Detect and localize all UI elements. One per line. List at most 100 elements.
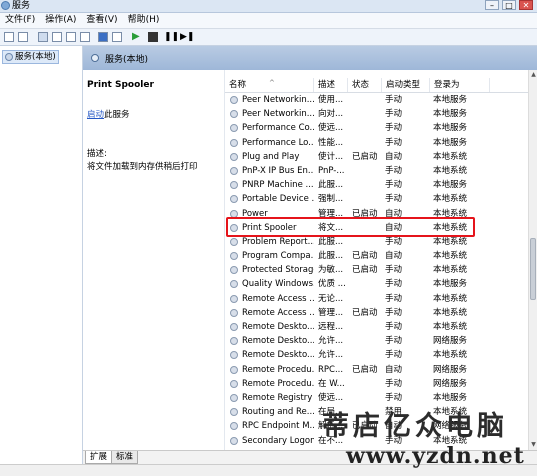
service-logon-cell: 本地系统 — [433, 151, 468, 162]
service-desc-cell: 向对... — [318, 109, 344, 120]
table-row[interactable]: Remote Registry 使远... 手动 本地服务 — [225, 391, 529, 405]
table-row[interactable]: PNRP Machine ... 此服... 手动 本地服务 — [225, 178, 529, 192]
column-startup-type[interactable]: 启动类型 — [382, 78, 430, 92]
service-logon-cell: 网络服务 — [433, 378, 468, 389]
menu-view[interactable]: 查看(V) — [81, 13, 122, 28]
minimize-button[interactable]: – — [485, 0, 499, 10]
table-row[interactable]: Quality Windows... 优质 ... 手动 本地服务 — [225, 277, 529, 291]
table-row[interactable]: Program Compa... 此服... 已启动 自动 本地系统 — [225, 249, 529, 263]
menu-action[interactable]: 操作(A) — [40, 13, 81, 28]
service-logon-cell: 本地系统 — [433, 293, 468, 304]
restart-service-icon[interactable]: ▶❚ — [180, 32, 194, 42]
service-name-cell: Program Compa... — [242, 251, 314, 262]
watermark-url: www.yzdn.net — [346, 443, 525, 469]
watermark-text: 蒂店亿众电脑 — [322, 411, 508, 442]
service-logon-cell: 本地服务 — [433, 95, 468, 105]
service-name-cell: Protected Storage — [242, 265, 314, 276]
table-row[interactable]: Peer Networkin... 向对... 手动 本地服务 — [225, 107, 529, 121]
service-logon-cell: 本地系统 — [433, 307, 468, 318]
table-row[interactable]: Performance Co... 使远... 手动 本地服务 — [225, 121, 529, 135]
navigation-tree: 服务(本地) — [0, 46, 83, 464]
service-name-cell: Problem Report... — [242, 236, 314, 247]
table-row[interactable]: Remote Deskto... 允许... 手动 本地系统 — [225, 348, 529, 362]
service-detail-panel: Print Spooler 启动此服务 描述: 将文件加载到内存供稍后打印 — [83, 70, 223, 450]
service-name-cell: Plug and Play — [242, 151, 300, 162]
table-row[interactable]: Remote Deskto... 远程... 手动 本地系统 — [225, 320, 529, 334]
service-name-cell: PNRP Machine ... — [242, 180, 314, 191]
properties-icon[interactable] — [112, 32, 122, 42]
tab-standard[interactable]: 标准 — [111, 451, 139, 464]
refresh-icon[interactable] — [66, 32, 76, 42]
service-name-cell: Portable Device ... — [242, 194, 314, 205]
service-gear-icon — [230, 181, 238, 190]
service-status-cell: 已启动 — [352, 151, 378, 162]
service-gear-icon — [230, 138, 238, 147]
service-gear-icon — [230, 351, 238, 360]
help-icon[interactable] — [98, 32, 108, 42]
table-row[interactable]: Peer Networkin... 使用... 手动 本地服务 — [225, 93, 529, 107]
service-startup-cell: 手动 — [385, 322, 403, 332]
table-row[interactable]: Remote Deskto... 允许... 手动 网络服务 — [225, 334, 529, 348]
column-description[interactable]: 描述 — [314, 78, 348, 92]
column-status[interactable]: 状态 — [348, 78, 382, 92]
table-row[interactable]: Remote Access ... 管理... 已启动 手动 本地系统 — [225, 306, 529, 320]
service-startup-cell: 自动 — [385, 151, 403, 162]
toolbar: ▶ ❚❚ ▶❚ — [0, 29, 537, 46]
column-logon-as[interactable]: 登录为 — [430, 78, 490, 92]
menu-help[interactable]: 帮助(H) — [123, 13, 165, 28]
table-row[interactable]: Remote Access ... 无论... 手动 本地系统 — [225, 292, 529, 306]
service-startup-cell: 手动 — [385, 265, 403, 276]
service-startup-cell: 手动 — [385, 350, 403, 361]
service-gear-icon — [230, 422, 238, 431]
table-row[interactable]: Remote Procedu... 在 W... 手动 网络服务 — [225, 377, 529, 391]
table-row[interactable]: Portable Device ... 强制... 手动 本地系统 — [225, 192, 529, 206]
table-row[interactable]: Performance Lo... 性能... 手动 本地服务 — [225, 136, 529, 150]
back-icon[interactable] — [4, 32, 14, 42]
forward-icon[interactable] — [18, 32, 28, 42]
show-tree-icon[interactable] — [38, 32, 48, 42]
service-startup-cell: 手动 — [385, 165, 403, 176]
service-logon-cell: 网络服务 — [433, 364, 468, 375]
service-status-cell: 已启动 — [352, 265, 378, 276]
service-status-cell: 已启动 — [352, 307, 378, 318]
scroll-thumb[interactable] — [530, 238, 536, 300]
service-gear-icon — [230, 266, 238, 275]
table-row[interactable]: Protected Storage 为敏... 已启动 手动 本地系统 — [225, 263, 529, 277]
start-service-link[interactable]: 启动 — [87, 110, 104, 120]
service-gear-icon — [230, 195, 238, 204]
table-row[interactable]: Problem Report... 此服... 手动 本地系统 — [225, 235, 529, 249]
scroll-down-icon[interactable]: ▼ — [530, 441, 537, 449]
services-list: 名称 ^ 描述 状态 启动类型 登录为 Peer Networkin... 使用..… — [224, 70, 529, 450]
service-startup-cell: 自动 — [385, 364, 403, 375]
service-startup-cell: 手动 — [385, 109, 403, 120]
close-button[interactable]: ✕ — [519, 0, 533, 10]
sort-ascending-icon: ^ — [269, 79, 275, 87]
service-gear-icon — [230, 308, 238, 317]
stop-service-icon[interactable] — [148, 32, 158, 42]
table-row[interactable]: Remote Procedu... RPC... 已启动 自动 网络服务 — [225, 363, 529, 377]
service-gear-icon — [230, 252, 238, 261]
table-row[interactable]: Plug and Play 使计... 已启动 自动 本地系统 — [225, 150, 529, 164]
scroll-up-icon[interactable]: ▲ — [530, 71, 537, 79]
tab-extended[interactable]: 扩展 — [85, 451, 113, 464]
service-name-cell: Peer Networkin... — [242, 109, 314, 120]
service-name-cell: Quality Windows... — [242, 279, 314, 290]
service-startup-cell: 手动 — [385, 137, 403, 148]
export-icon[interactable] — [80, 32, 90, 42]
column-header: 名称 ^ 描述 状态 启动类型 登录为 — [225, 78, 529, 93]
pause-service-icon[interactable]: ❚❚ — [164, 32, 179, 42]
selection-highlight — [226, 217, 475, 237]
column-name[interactable]: 名称 ^ — [225, 78, 314, 92]
service-desc-cell: 此服... — [318, 236, 344, 247]
vertical-scrollbar[interactable]: ▲ ▼ — [528, 70, 537, 450]
tree-item-local-services[interactable]: 服务(本地) — [2, 50, 59, 64]
service-gear-icon — [230, 152, 238, 161]
maximize-button[interactable]: □ — [502, 0, 516, 10]
start-service-icon[interactable]: ▶ — [132, 32, 142, 42]
list-icon[interactable] — [52, 32, 62, 42]
service-logon-cell: 本地服务 — [433, 180, 468, 191]
menu-file[interactable]: 文件(F) — [0, 13, 40, 28]
service-name-cell: Remote Registry — [242, 392, 313, 403]
description-label: 描述: — [87, 149, 107, 159]
table-row[interactable]: PnP-X IP Bus En... PnP-... 手动 本地系统 — [225, 164, 529, 178]
